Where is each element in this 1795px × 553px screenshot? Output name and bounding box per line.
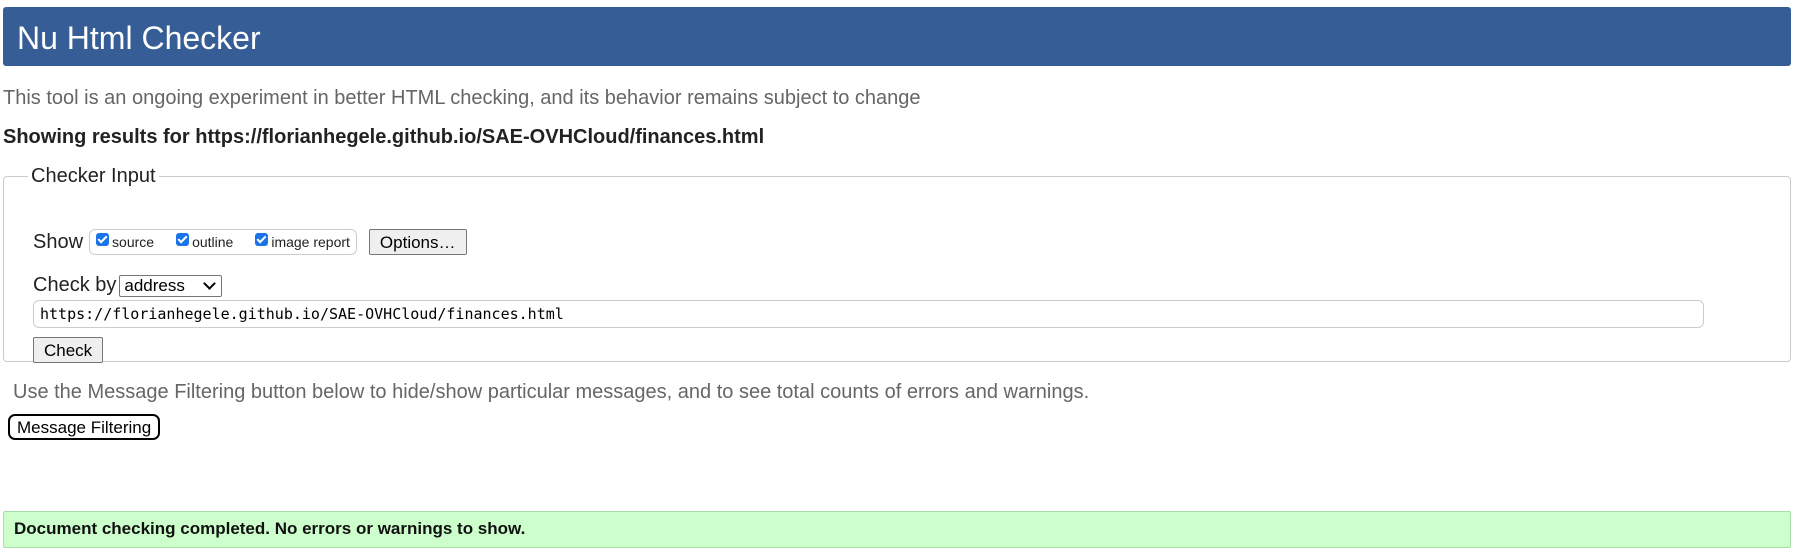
options-button[interactable]: Options… (368, 229, 467, 255)
image-report-checkbox[interactable] (255, 232, 269, 246)
outline-label: outline (192, 234, 234, 250)
url-input[interactable]: https://florianhegele.github.io/SAE-OVHC… (33, 300, 1704, 328)
result-success-message: Document checking completed. No errors o… (3, 511, 1791, 548)
show-image-report-option[interactable]: image report (255, 232, 350, 250)
showing-results-text: Showing results for https://florianhegel… (3, 126, 765, 148)
filter-note-text: Use the Message Filtering button below t… (13, 381, 1090, 403)
check-by-selected-value: address (124, 275, 185, 295)
checker-input-legend: Checker Input (31, 165, 156, 187)
check-by-label: Check by (33, 274, 117, 296)
image-report-label: image report (271, 234, 350, 250)
show-source-option[interactable]: source (96, 232, 155, 250)
page-title: Nu Html Checker (17, 20, 261, 56)
show-options-group: source outline image report (89, 229, 357, 255)
show-label: Show (33, 230, 84, 253)
check-by-row: Check by address (33, 274, 223, 297)
source-checkbox[interactable] (96, 232, 110, 246)
show-outline-option[interactable]: outline (176, 232, 234, 250)
show-row: Show source outline image report Options… (33, 229, 467, 255)
message-filtering-button[interactable]: Message Filtering (8, 414, 161, 440)
source-label: source (112, 234, 155, 250)
page-header: Nu Html Checker (3, 7, 1791, 66)
outline-checkbox[interactable] (176, 232, 190, 246)
checker-input-fieldset: Checker Input Show source outline image … (3, 165, 1791, 363)
intro-text: This tool is an ongoing experiment in be… (3, 87, 921, 109)
check-button[interactable]: Check (33, 337, 104, 363)
chevron-down-icon (203, 276, 217, 290)
check-by-select[interactable]: address (119, 274, 223, 297)
